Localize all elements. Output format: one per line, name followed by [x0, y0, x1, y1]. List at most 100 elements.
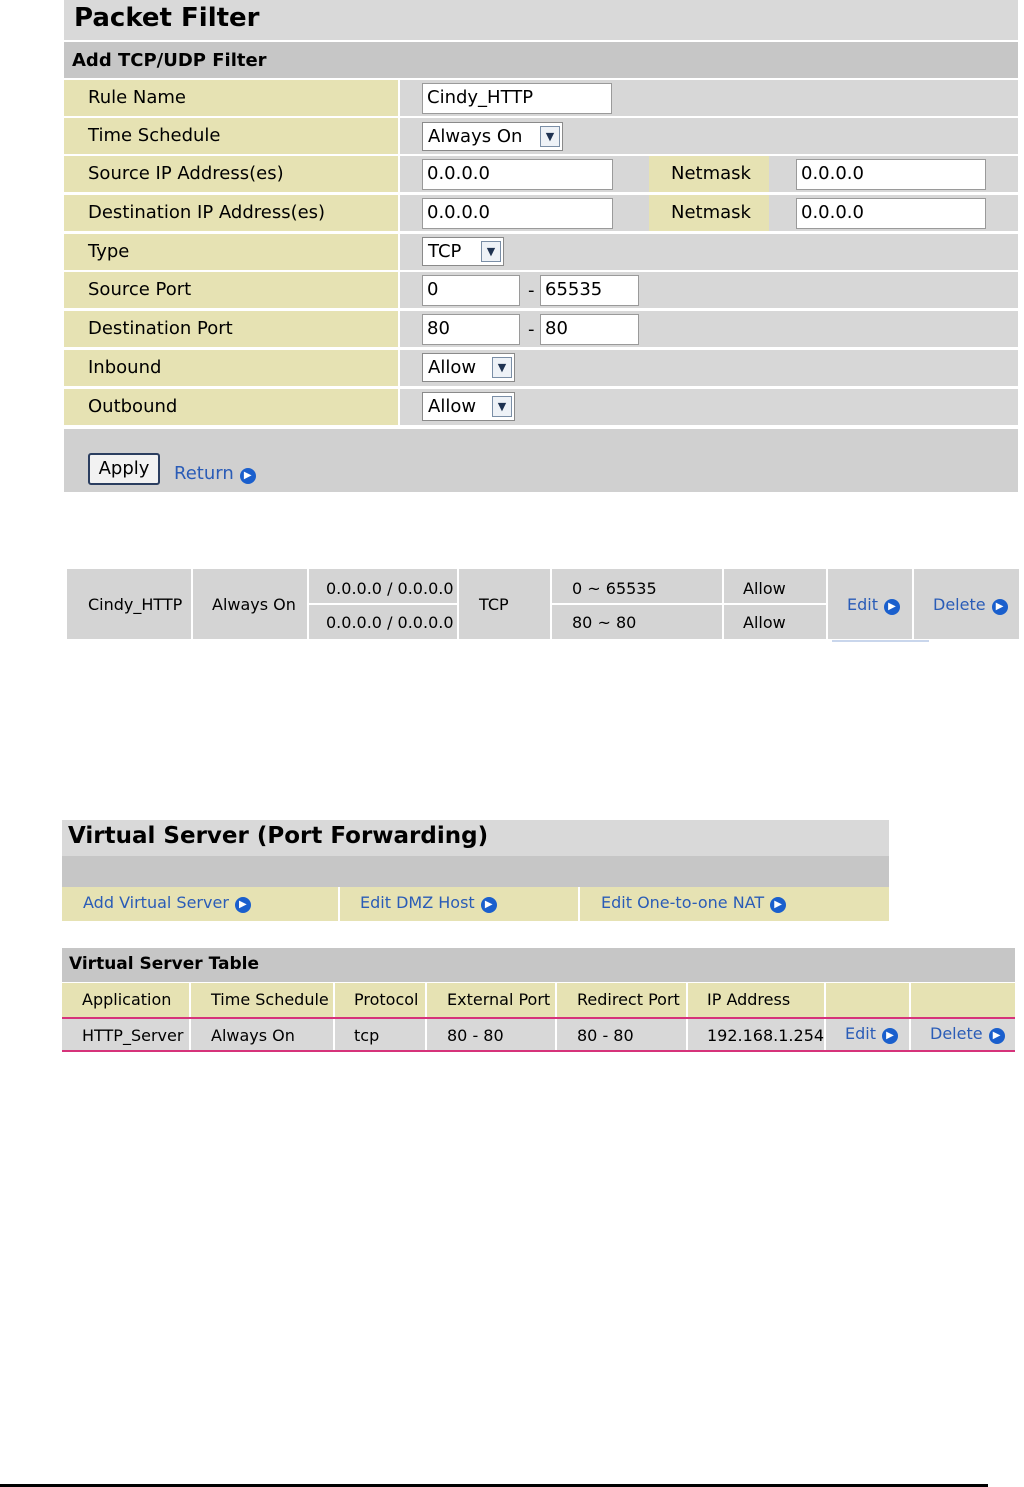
edit-dmz-host-link[interactable]: Edit DMZ Host ▶	[360, 893, 497, 913]
column-divider	[824, 983, 826, 1017]
column-divider	[425, 1019, 427, 1050]
dest-ip-input[interactable]: 0.0.0.0	[422, 198, 613, 229]
column-divider	[457, 567, 459, 639]
outbound-select[interactable]: Allow ▼	[422, 392, 515, 421]
link-label: Add Virtual Server	[83, 893, 229, 912]
table-row: HTTP_Server Always On tcp 80 - 80 80 - 8…	[62, 1017, 1015, 1052]
type-label: Type	[64, 234, 398, 270]
source-ip-input[interactable]: 0.0.0.0	[422, 159, 613, 190]
edit-label: Edit	[845, 1024, 876, 1043]
port-separator: -	[528, 280, 535, 301]
link-label: Edit DMZ Host	[360, 893, 475, 912]
rule-delete-link[interactable]: Delete ▶	[933, 595, 1008, 615]
source-port-from-input[interactable]: 0	[422, 275, 520, 306]
rule-inbound-cell: Allow	[743, 579, 786, 598]
time-schedule-cell: Always On ▼	[400, 118, 1018, 154]
edit-link[interactable]: Edit ▶	[845, 1024, 898, 1044]
type-cell: TCP ▼	[400, 234, 1018, 270]
dest-ip-row: Destination IP Address(es) 0.0.0.0 Netma…	[64, 195, 1018, 231]
return-label: Return	[174, 463, 234, 484]
dest-port-from-input[interactable]: 80	[422, 314, 520, 345]
time-schedule-value: Always On	[428, 126, 523, 147]
inbound-row: Inbound Allow ▼	[64, 350, 1018, 386]
outbound-row: Outbound Allow ▼	[64, 389, 1018, 425]
chevron-down-icon[interactable]: ▼	[540, 126, 560, 147]
column-divider	[912, 567, 914, 639]
column-divider	[425, 983, 427, 1017]
type-select[interactable]: TCP ▼	[422, 237, 504, 266]
outbound-label: Outbound	[64, 389, 398, 425]
rule-schedule-cell: Always On	[212, 595, 296, 614]
rule-source-cell: 0.0.0.0 / 0.0.0.0	[326, 579, 454, 598]
source-port-cell: 0 - 65535	[400, 272, 1018, 308]
column-divider	[909, 983, 911, 1017]
chevron-down-icon[interactable]: ▼	[492, 396, 512, 417]
virtual-server-bar	[62, 856, 889, 887]
type-row: Type TCP ▼	[64, 234, 1018, 270]
schedule-cell: Always On	[211, 1026, 295, 1045]
dest-port-row: Destination Port 80 - 80	[64, 311, 1018, 347]
source-netmask-label: Netmask	[649, 156, 769, 192]
rule-type-cell: TCP	[479, 595, 509, 614]
source-ip-row: Source IP Address(es) 0.0.0.0 Netmask 0.…	[64, 156, 1018, 192]
dest-port-label: Destination Port	[64, 311, 398, 347]
column-header: Time Schedule	[211, 990, 329, 1009]
arrow-right-icon: ▶	[881, 1028, 898, 1044]
add-virtual-server-link[interactable]: Add Virtual Server ▶	[83, 893, 251, 913]
time-schedule-select[interactable]: Always On ▼	[422, 122, 563, 151]
source-ip-label: Source IP Address(es)	[64, 156, 398, 192]
arrow-right-icon: ▶	[883, 599, 900, 615]
inbound-select[interactable]: Allow ▼	[422, 353, 515, 382]
arrow-right-icon: ▶	[770, 897, 787, 913]
delete-label: Delete	[933, 595, 986, 614]
redirect-port-cell: 80 - 80	[577, 1026, 634, 1045]
outbound-value: Allow	[428, 396, 477, 417]
column-divider	[909, 1019, 911, 1050]
delete-label: Delete	[930, 1024, 983, 1043]
column-divider	[824, 1019, 826, 1050]
form-footer: Apply Return ▶	[64, 429, 1018, 492]
edit-label: Edit	[847, 595, 878, 614]
return-link[interactable]: Return ▶	[174, 463, 256, 484]
time-schedule-label: Time Schedule	[64, 118, 398, 154]
dest-netmask-input[interactable]: 0.0.0.0	[796, 198, 986, 229]
column-divider	[338, 887, 340, 921]
dest-ip-cell: 0.0.0.0 Netmask 0.0.0.0	[400, 195, 1018, 231]
column-divider	[333, 1019, 335, 1050]
dest-port-cell: 80 - 80	[400, 311, 1018, 347]
column-divider	[826, 567, 828, 639]
outbound-cell: Allow ▼	[400, 389, 1018, 425]
chevron-down-icon[interactable]: ▼	[481, 241, 501, 262]
delete-link[interactable]: Delete ▶	[930, 1024, 1005, 1044]
source-port-label: Source Port	[64, 272, 398, 308]
source-port-to-input[interactable]: 65535	[540, 275, 639, 306]
column-header: Redirect Port	[577, 990, 680, 1009]
rule-src-ports-cell: 0 ~ 65535	[572, 579, 657, 598]
section-title: Add TCP/UDP Filter	[64, 42, 1018, 78]
dest-port-to-input[interactable]: 80	[540, 314, 639, 345]
column-header: Application	[82, 990, 172, 1009]
type-value: TCP	[428, 241, 462, 262]
page-title: Packet Filter	[64, 0, 1018, 40]
rule-dst-ports-cell: 80 ~ 80	[572, 613, 637, 632]
focus-underline	[832, 640, 929, 642]
rule-outbound-cell: Allow	[743, 613, 786, 632]
rule-edit-link[interactable]: Edit ▶	[847, 595, 900, 615]
arrow-right-icon: ▶	[234, 897, 251, 913]
column-divider	[578, 887, 580, 921]
table-header: Application Time Schedule Protocol Exter…	[62, 983, 1015, 1017]
source-netmask-input[interactable]: 0.0.0.0	[796, 159, 986, 190]
virtual-server-title: Virtual Server (Port Forwarding)	[62, 820, 889, 856]
apply-button[interactable]: Apply	[88, 453, 160, 485]
application-cell: HTTP_Server	[82, 1026, 184, 1045]
chevron-down-icon[interactable]: ▼	[492, 357, 512, 378]
rule-name-input[interactable]: Cindy_HTTP	[422, 83, 612, 114]
column-divider	[191, 567, 193, 639]
column-divider	[189, 1019, 191, 1050]
column-header: External Port	[447, 990, 551, 1009]
column-divider	[189, 983, 191, 1017]
column-header: Protocol	[354, 990, 419, 1009]
inbound-value: Allow	[428, 357, 477, 378]
edit-one-to-one-nat-link[interactable]: Edit One-to-one NAT ▶	[601, 893, 787, 913]
arrow-right-icon: ▶	[991, 599, 1008, 615]
